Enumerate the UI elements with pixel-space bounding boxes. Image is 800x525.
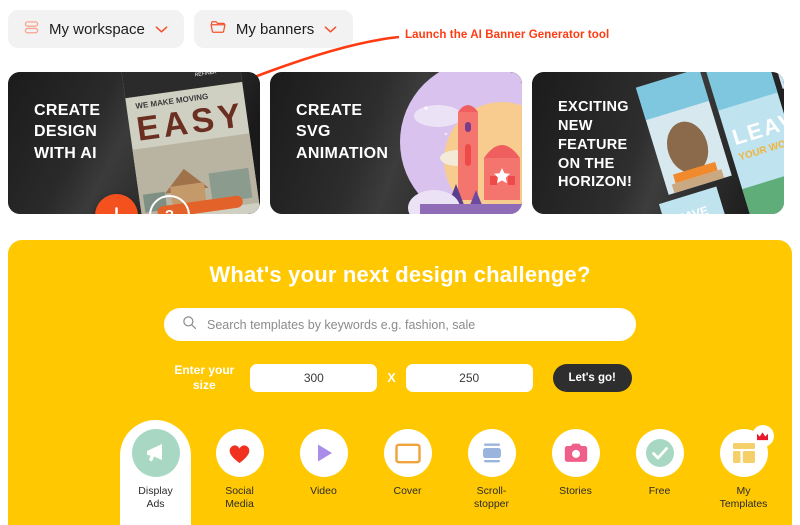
category-free[interactable]: Free <box>624 420 695 525</box>
card-create-svg-animation[interactable]: CREATE SVG ANIMATION <box>270 72 522 214</box>
app-root: My workspace My banners Launch the AI Ba… <box>0 0 800 525</box>
card-create-design-with-ai[interactable]: REFINER WE MAKE MOVING EASY CREATE DESIG… <box>8 72 260 214</box>
category-stories[interactable]: Stories <box>540 420 611 525</box>
category-tabs: Display Ads Social Media Video Cover Scr… <box>120 420 779 525</box>
category-label: My Templates <box>719 485 768 511</box>
layout-icon <box>719 425 774 477</box>
workspace-chip[interactable]: My workspace <box>8 10 184 48</box>
category-scroll-stopper[interactable]: Scroll- stopper <box>456 420 527 525</box>
design-challenge-panel: What's your next design challenge? Searc… <box>8 240 792 525</box>
chevron-down-icon[interactable] <box>155 21 168 38</box>
panel-title: What's your next design challenge? <box>209 262 591 287</box>
width-input[interactable] <box>250 364 378 392</box>
camera-icon <box>551 429 600 477</box>
check-circle-icon <box>635 429 684 477</box>
category-cover[interactable]: Cover <box>372 420 443 525</box>
size-separator: X <box>387 371 396 385</box>
search-icon <box>182 315 197 335</box>
scroll-icon <box>467 429 516 477</box>
category-display-ads[interactable]: Display Ads <box>120 420 191 525</box>
heart-icon <box>215 429 264 477</box>
category-label: Stories <box>559 485 592 497</box>
card-exciting-new-feature[interactable]: LEAVE YOUR WORRIES EXCITING NEW FEATURE … <box>532 72 784 214</box>
category-label: Video <box>310 485 337 497</box>
annotation-label: Launch the AI Banner Generator tool <box>405 29 610 41</box>
card-title: EXCITING NEW FEATURE ON THE HORIZON! <box>558 99 633 191</box>
banners-chip[interactable]: My banners <box>193 10 354 48</box>
workspace-chip-label: My workspace <box>49 20 145 38</box>
rectangle-icon <box>383 429 432 477</box>
topbar: My workspace My banners <box>8 10 354 48</box>
crown-icon <box>751 425 774 447</box>
category-social-media[interactable]: Social Media <box>204 420 275 525</box>
megaphone-icon <box>131 429 180 477</box>
banners-chip-label: My banners <box>235 20 315 38</box>
search-placeholder: Search templates by keywords e.g. fashio… <box>207 317 476 332</box>
category-label: Social Media <box>225 485 254 511</box>
search-input[interactable]: Search templates by keywords e.g. fashio… <box>164 308 636 341</box>
card-title: CREATE DESIGN WITH AI <box>34 102 101 162</box>
folder-icon <box>210 20 226 38</box>
height-input[interactable] <box>405 364 533 392</box>
lets-go-button[interactable]: Let's go! <box>552 364 632 392</box>
stacked-layers-icon <box>24 20 39 39</box>
help-icon: ? <box>165 207 174 214</box>
category-label: Free <box>648 485 671 497</box>
category-video[interactable]: Video <box>288 420 359 525</box>
category-my-templates[interactable]: My Templates <box>708 420 779 525</box>
hero-cards: REFINER WE MAKE MOVING EASY CREATE DESIG… <box>8 72 784 214</box>
plus-icon <box>115 207 118 214</box>
chevron-down-icon[interactable] <box>324 21 337 38</box>
play-icon <box>299 429 348 477</box>
category-label: Scroll- stopper <box>473 485 510 511</box>
card-title: CREATE SVG ANIMATION <box>296 102 389 162</box>
category-label: Cover <box>393 485 422 497</box>
size-row: Enter your size X Let's go! <box>160 363 640 393</box>
size-label: Enter your size <box>174 363 235 392</box>
category-label: Display Ads <box>138 485 173 511</box>
